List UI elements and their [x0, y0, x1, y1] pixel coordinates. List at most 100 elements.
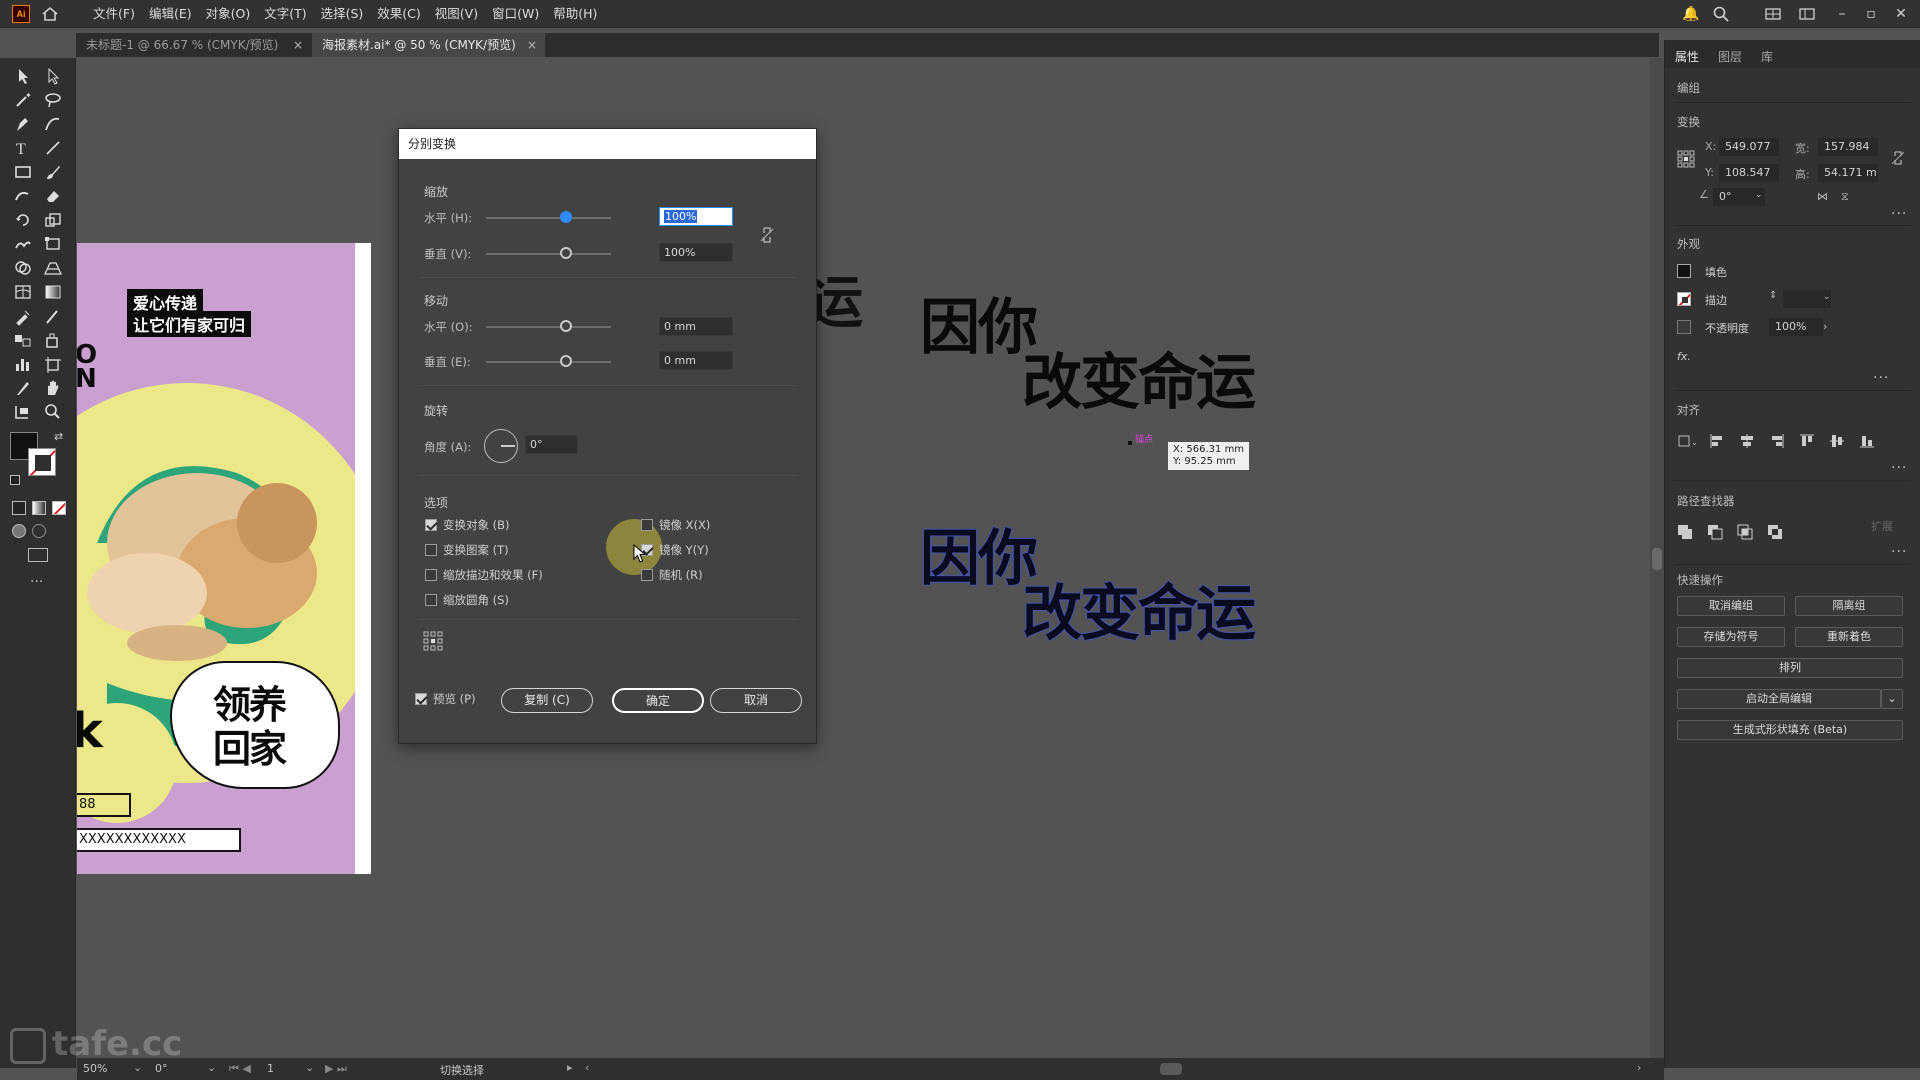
- move-v-input[interactable]: 0 mm: [659, 351, 733, 370]
- direct-selection-tool-icon[interactable]: [42, 66, 64, 86]
- mesh-tool-icon[interactable]: [12, 282, 34, 302]
- horizontal-scroll-thumb[interactable]: [1160, 1063, 1182, 1075]
- scale-tool-icon[interactable]: [42, 210, 64, 230]
- rectangle-tool-icon[interactable]: [12, 162, 34, 182]
- scale-h-slider[interactable]: [486, 217, 611, 219]
- angle-dropdown-icon[interactable]: ⌄: [1755, 190, 1763, 200]
- reflect-x-label[interactable]: 镜像 X(X): [659, 517, 710, 533]
- reference-point-icon[interactable]: [1677, 150, 1695, 168]
- measure-tool-icon[interactable]: [42, 306, 64, 326]
- menu-type[interactable]: 文字(T): [257, 0, 313, 28]
- scale-corners-checkbox[interactable]: [425, 594, 437, 606]
- constrain-link-icon[interactable]: [759, 225, 775, 245]
- scale-v-slider[interactable]: [486, 253, 611, 255]
- preview-label[interactable]: 预览 (P): [433, 691, 476, 707]
- text-group2-line2[interactable]: 改变命运: [1022, 581, 1256, 647]
- copy-button[interactable]: 复制 (C): [501, 688, 593, 713]
- type-tool-icon[interactable]: T: [12, 138, 34, 158]
- align-horizontal-center-icon[interactable]: [1739, 433, 1755, 449]
- scale-v-knob[interactable]: [560, 247, 572, 259]
- close-tab-icon[interactable]: ×: [527, 33, 537, 57]
- curvature-tool-icon[interactable]: [42, 114, 64, 134]
- close-window-icon[interactable]: ✕: [1892, 5, 1910, 23]
- height-input[interactable]: 54.171 m: [1818, 164, 1878, 182]
- pen-tool-icon[interactable]: [12, 114, 34, 134]
- recolor-button[interactable]: 重新着色: [1795, 627, 1903, 647]
- menu-select[interactable]: 选择(S): [314, 0, 371, 28]
- artboard-number[interactable]: 1: [267, 1062, 274, 1075]
- none-mode-icon[interactable]: [52, 501, 66, 515]
- more-tools-icon[interactable]: ···: [30, 574, 43, 590]
- live-paint-tool-icon[interactable]: [42, 330, 64, 350]
- tab-poster[interactable]: 海报素材.ai* @ 50 % (CMYK/预览) ×: [312, 33, 545, 57]
- reference-point-icon[interactable]: [423, 631, 443, 651]
- move-h-input[interactable]: 0 mm: [659, 317, 733, 336]
- eyedropper-tool-icon[interactable]: [12, 306, 34, 326]
- move-h-slider[interactable]: [486, 326, 611, 328]
- artboard-dropdown-icon[interactable]: ⌄: [305, 1061, 314, 1074]
- text-group2-line1[interactable]: 因你: [920, 526, 1038, 592]
- search-icon[interactable]: [1712, 5, 1730, 23]
- slice-tool-icon[interactable]: [12, 378, 34, 398]
- artboard-nav-prev-icon[interactable]: ⏮ ◀: [229, 1062, 251, 1076]
- minimize-icon[interactable]: –: [1833, 5, 1851, 23]
- transform-objects-label[interactable]: 变换对象 (B): [443, 517, 510, 533]
- fill-color-swatch[interactable]: [1677, 264, 1691, 278]
- reflect-y-label[interactable]: 镜像 Y(Y): [659, 542, 709, 558]
- align-to-icon[interactable]: ⌄: [1677, 433, 1699, 449]
- scale-v-input[interactable]: 100%: [659, 243, 733, 262]
- scale-corners-label[interactable]: 缩放圆角 (S): [443, 592, 509, 608]
- angle-dial[interactable]: [484, 429, 518, 463]
- align-right-icon[interactable]: [1769, 433, 1785, 449]
- stroke-weight-dropdown-icon[interactable]: ⌄: [1823, 292, 1831, 302]
- blend-tool-icon[interactable]: [12, 330, 34, 350]
- status-menu-arrow-icon[interactable]: ▸: [567, 1061, 573, 1074]
- close-tab-icon[interactable]: ×: [293, 33, 303, 57]
- align-top-icon[interactable]: [1799, 433, 1815, 449]
- eraser-tool-icon[interactable]: [42, 186, 64, 206]
- selection-tool-icon[interactable]: [12, 66, 34, 86]
- screen-mode-icon[interactable]: [28, 548, 48, 562]
- pathfinder-expand-button[interactable]: 扩展: [1871, 518, 1893, 534]
- ok-button[interactable]: 确定: [612, 688, 704, 713]
- stroke-color-swatch[interactable]: [1677, 292, 1691, 306]
- more-pathfinder-icon[interactable]: ···: [1891, 544, 1907, 560]
- preview-checkbox[interactable]: [415, 693, 427, 705]
- stroke-swatch[interactable]: [28, 448, 56, 476]
- unite-icon[interactable]: [1677, 524, 1693, 540]
- app-logo[interactable]: Ai: [12, 5, 30, 23]
- global-edit-button[interactable]: 启动全局编辑: [1677, 689, 1881, 709]
- text-group1-line2[interactable]: 改变命运: [1022, 350, 1256, 416]
- dialog-title[interactable]: 分别变换: [399, 129, 816, 159]
- move-v-knob[interactable]: [560, 355, 572, 367]
- magic-wand-tool-icon[interactable]: ✦: [12, 90, 34, 110]
- scale-h-knob[interactable]: [560, 211, 572, 223]
- more-align-icon[interactable]: ···: [1891, 460, 1907, 476]
- free-transform-tool-icon[interactable]: [42, 234, 64, 254]
- more-transform-icon[interactable]: ···: [1891, 206, 1907, 222]
- workspace-icon[interactable]: [1764, 5, 1782, 23]
- draw-behind-icon[interactable]: [32, 524, 46, 538]
- fx-icon[interactable]: fx.: [1677, 350, 1691, 363]
- menu-help[interactable]: 帮助(H): [546, 0, 604, 28]
- scale-strokes-label[interactable]: 缩放描边和效果 (F): [443, 567, 543, 583]
- menu-view[interactable]: 视图(V): [428, 0, 485, 28]
- menu-file[interactable]: 文件(F): [86, 0, 142, 28]
- line-tool-icon[interactable]: [42, 138, 64, 158]
- intersect-icon[interactable]: [1737, 524, 1753, 540]
- flip-horizontal-icon[interactable]: ⋈: [1817, 190, 1828, 203]
- draw-mode-icon[interactable]: [12, 524, 26, 538]
- perspective-grid-tool-icon[interactable]: [42, 258, 64, 278]
- cancel-button[interactable]: 取消: [710, 688, 802, 713]
- random-checkbox[interactable]: [641, 569, 653, 581]
- arrange-button[interactable]: 排列: [1677, 658, 1903, 678]
- more-appearance-icon[interactable]: ···: [1873, 370, 1889, 386]
- gradient-mode-icon[interactable]: [32, 501, 46, 515]
- align-vertical-center-icon[interactable]: [1829, 433, 1845, 449]
- scroll-left-icon[interactable]: ‹: [585, 1061, 589, 1074]
- transform-objects-checkbox[interactable]: [425, 519, 437, 531]
- swap-colors-icon[interactable]: ⇄: [54, 430, 63, 443]
- shape-builder-tool-icon[interactable]: [12, 258, 34, 278]
- maximize-icon[interactable]: ▫: [1862, 5, 1880, 23]
- flip-vertical-icon[interactable]: ⧖: [1841, 190, 1849, 204]
